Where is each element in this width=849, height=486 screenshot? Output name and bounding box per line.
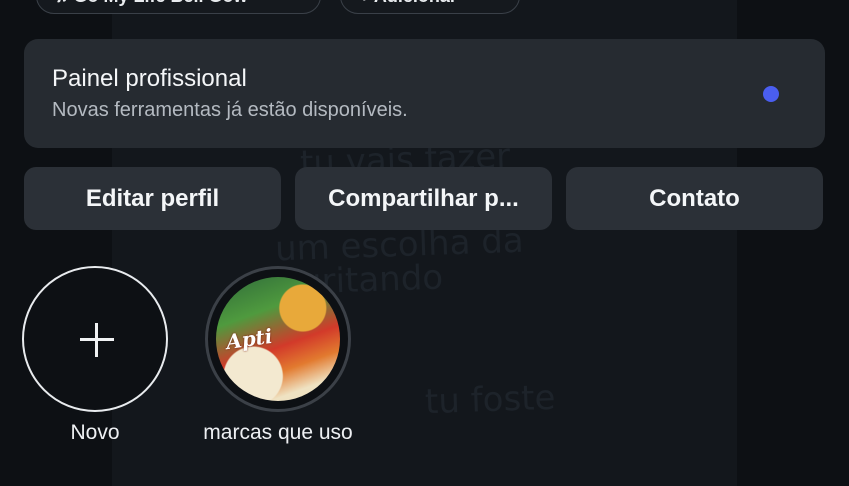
- new-highlight-button[interactable]: [22, 266, 168, 412]
- edit-profile-button[interactable]: Editar perfil: [24, 167, 281, 230]
- highlight-cover-image: Apti: [216, 277, 340, 401]
- highlight-brand-text: Apti: [224, 323, 274, 355]
- panel-subtitle: Novas ferramentas já estão disponíveis.: [52, 99, 408, 121]
- highlight-marcas-que-uso[interactable]: Apti: [205, 266, 351, 412]
- professional-dashboard-panel[interactable]: Painel profissional Novas ferramentas já…: [24, 39, 825, 148]
- contact-button[interactable]: Contato: [566, 167, 823, 230]
- panel-title: Painel profissional: [52, 65, 247, 92]
- share-profile-button[interactable]: Compartilhar p...: [295, 167, 552, 230]
- add-pill[interactable]: + Adicionar: [340, 0, 520, 14]
- music-pill[interactable]: ♫ Go My Life Bell Gow: [36, 0, 321, 14]
- plus-icon: [95, 323, 98, 357]
- background-text: tu foste: [424, 377, 557, 423]
- new-highlight-label: Novo: [70, 421, 120, 444]
- highlight-label: marcas que uso: [203, 421, 353, 444]
- new-indicator-dot: [763, 86, 779, 102]
